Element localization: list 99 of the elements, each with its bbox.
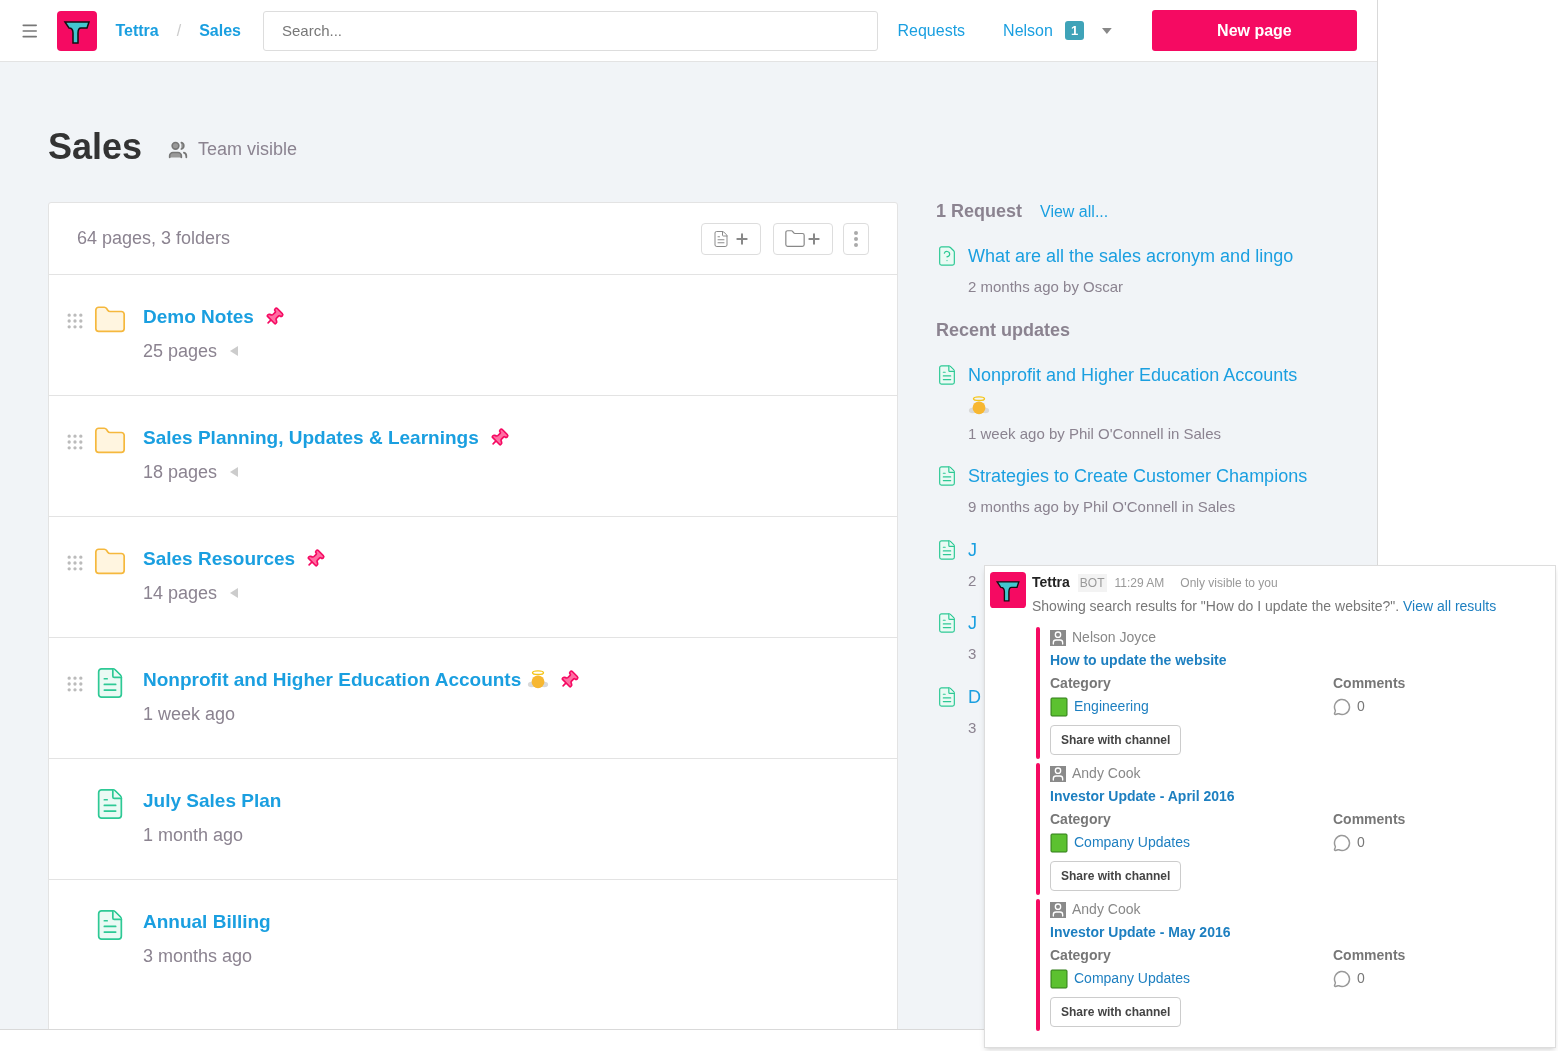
update-title[interactable]: Strategies to Create Customer Champions — [968, 463, 1308, 490]
update-meta: 2 — [968, 570, 977, 591]
comment-count: 0 — [1357, 969, 1365, 988]
item-meta: 14 pages — [143, 581, 218, 605]
update-meta: 3 — [968, 717, 978, 738]
list-summary: 64 pages, 3 folders — [77, 227, 232, 250]
search-field[interactable]: Search... — [262, 10, 878, 51]
bot-tag: BOT — [1077, 573, 1107, 592]
document-icon — [936, 612, 958, 634]
notification-badge: 1 — [1064, 20, 1085, 41]
update-meta: 9 months ago by Phil O'Connell in Sales — [968, 497, 1237, 517]
tettra-logo — [990, 572, 1026, 608]
avatar-icon — [1050, 629, 1066, 646]
breadcrumb-link[interactable]: Tettra — [115, 18, 159, 43]
update-title[interactable]: Nonprofit and Higher Education Accounts — [968, 361, 1298, 389]
category-label: Category — [1050, 946, 1112, 965]
drag-handle-icon[interactable] — [65, 432, 85, 452]
breadcrumb-link[interactable]: Sales — [199, 18, 241, 43]
comments-label: Comments — [1333, 810, 1407, 829]
new-page-button[interactable]: New page — [1151, 10, 1357, 51]
item-meta: 1 week ago — [143, 702, 236, 726]
share-button[interactable]: Share with channel — [1050, 997, 1182, 1027]
sender-name: Tettra — [1032, 573, 1070, 592]
update-title[interactable]: What are all the sales acronym and lingo — [968, 243, 1294, 270]
folder-icon — [784, 227, 806, 250]
update-title[interactable]: J — [968, 536, 977, 564]
comments-label: Comments — [1333, 674, 1407, 693]
message-time: 11:29 AM — [1114, 574, 1165, 592]
item-meta: 18 pages — [143, 460, 218, 484]
document-icon — [936, 363, 958, 386]
comment-bubble-icon — [1333, 697, 1351, 716]
collapse-arrow-icon[interactable] — [229, 345, 240, 357]
comment-count: 0 — [1357, 833, 1365, 852]
book-icon — [1050, 696, 1068, 717]
more-icon — [854, 230, 858, 247]
update-title[interactable]: D — [968, 683, 981, 711]
document-icon — [936, 465, 958, 487]
requests-heading: 1 Request — [936, 200, 1023, 223]
add-folder-button[interactable] — [773, 222, 833, 255]
result-title[interactable]: Investor Update - April 2016 — [1050, 786, 1490, 807]
book-icon — [1050, 832, 1068, 853]
document-icon — [936, 538, 958, 561]
update-meta: 1 week ago by Phil O'Connell in Sales — [968, 423, 1222, 444]
more-options-button[interactable] — [843, 222, 869, 255]
document-icon — [712, 229, 730, 248]
plus-icon — [806, 230, 822, 247]
add-page-button[interactable] — [701, 222, 761, 255]
result-title[interactable]: Investor Update - May 2016 — [1050, 922, 1490, 943]
item-title[interactable]: Annual Billing — [143, 908, 271, 937]
message-text: Showing search results for "How do I update the website?". — [1032, 598, 1400, 614]
recent-updates-heading: Recent updates — [936, 318, 1072, 342]
category-label: Category — [1050, 810, 1112, 829]
book-icon — [1050, 968, 1068, 989]
item-title[interactable]: Sales Resources — [143, 545, 296, 574]
comments-label: Comments — [1333, 946, 1407, 965]
visibility-note: Only visible to you — [1180, 574, 1278, 592]
item-title[interactable]: Sales Planning, Updates & Learnings — [143, 424, 479, 453]
document-icon — [936, 685, 958, 708]
view-all-link[interactable]: View all... — [1040, 200, 1109, 224]
question-document-icon — [936, 245, 958, 267]
drag-handle-icon[interactable] — [65, 311, 85, 331]
visibility-label: Team visible — [198, 138, 298, 161]
author-name: Nelson Joyce — [1072, 628, 1157, 647]
author-name: Andy Cook — [1072, 764, 1141, 783]
team-icon — [168, 139, 189, 160]
category-link[interactable]: Engineering — [1074, 696, 1149, 717]
item-meta: 3 months ago — [143, 944, 253, 968]
comment-count: 0 — [1357, 697, 1365, 716]
item-title[interactable]: July Sales Plan — [143, 787, 282, 816]
collapse-arrow-icon[interactable] — [229, 587, 240, 599]
view-all-results-link[interactable]: View all results — [1403, 598, 1497, 614]
avatar-icon — [1050, 901, 1066, 918]
breadcrumb-separator: / — [176, 20, 182, 41]
update-meta: 2 months ago by Oscar — [968, 277, 1125, 297]
update-meta: 3 — [968, 644, 977, 664]
item-meta: 1 month ago — [143, 823, 244, 847]
collapse-arrow-icon[interactable] — [229, 466, 240, 478]
requests-link[interactable]: Requests — [897, 18, 966, 43]
comment-bubble-icon — [1333, 969, 1351, 988]
author-name: Andy Cook — [1072, 900, 1141, 919]
item-title[interactable]: Demo Notes — [143, 303, 254, 332]
item-meta: 25 pages — [143, 339, 218, 363]
item-title[interactable]: Nonprofit and Higher Education Accounts — [143, 666, 522, 695]
page-title: Sales — [48, 125, 143, 169]
update-title[interactable]: J — [968, 610, 977, 637]
comment-bubble-icon — [1333, 833, 1351, 852]
category-label: Category — [1050, 674, 1112, 693]
user-name[interactable]: Nelson — [1003, 18, 1053, 43]
result-title[interactable]: How to update the website — [1050, 650, 1490, 671]
drag-handle-icon[interactable] — [65, 553, 85, 573]
category-link[interactable]: Company Updates — [1074, 968, 1190, 989]
share-button[interactable]: Share with channel — [1050, 725, 1182, 755]
category-link[interactable]: Company Updates — [1074, 832, 1190, 853]
avatar-icon — [1050, 765, 1066, 782]
share-button[interactable]: Share with channel — [1050, 861, 1182, 891]
drag-handle-icon[interactable] — [65, 674, 85, 694]
dropdown-caret-icon[interactable] — [1102, 27, 1112, 34]
tettra-logo — [57, 10, 98, 51]
plus-icon — [734, 230, 750, 247]
